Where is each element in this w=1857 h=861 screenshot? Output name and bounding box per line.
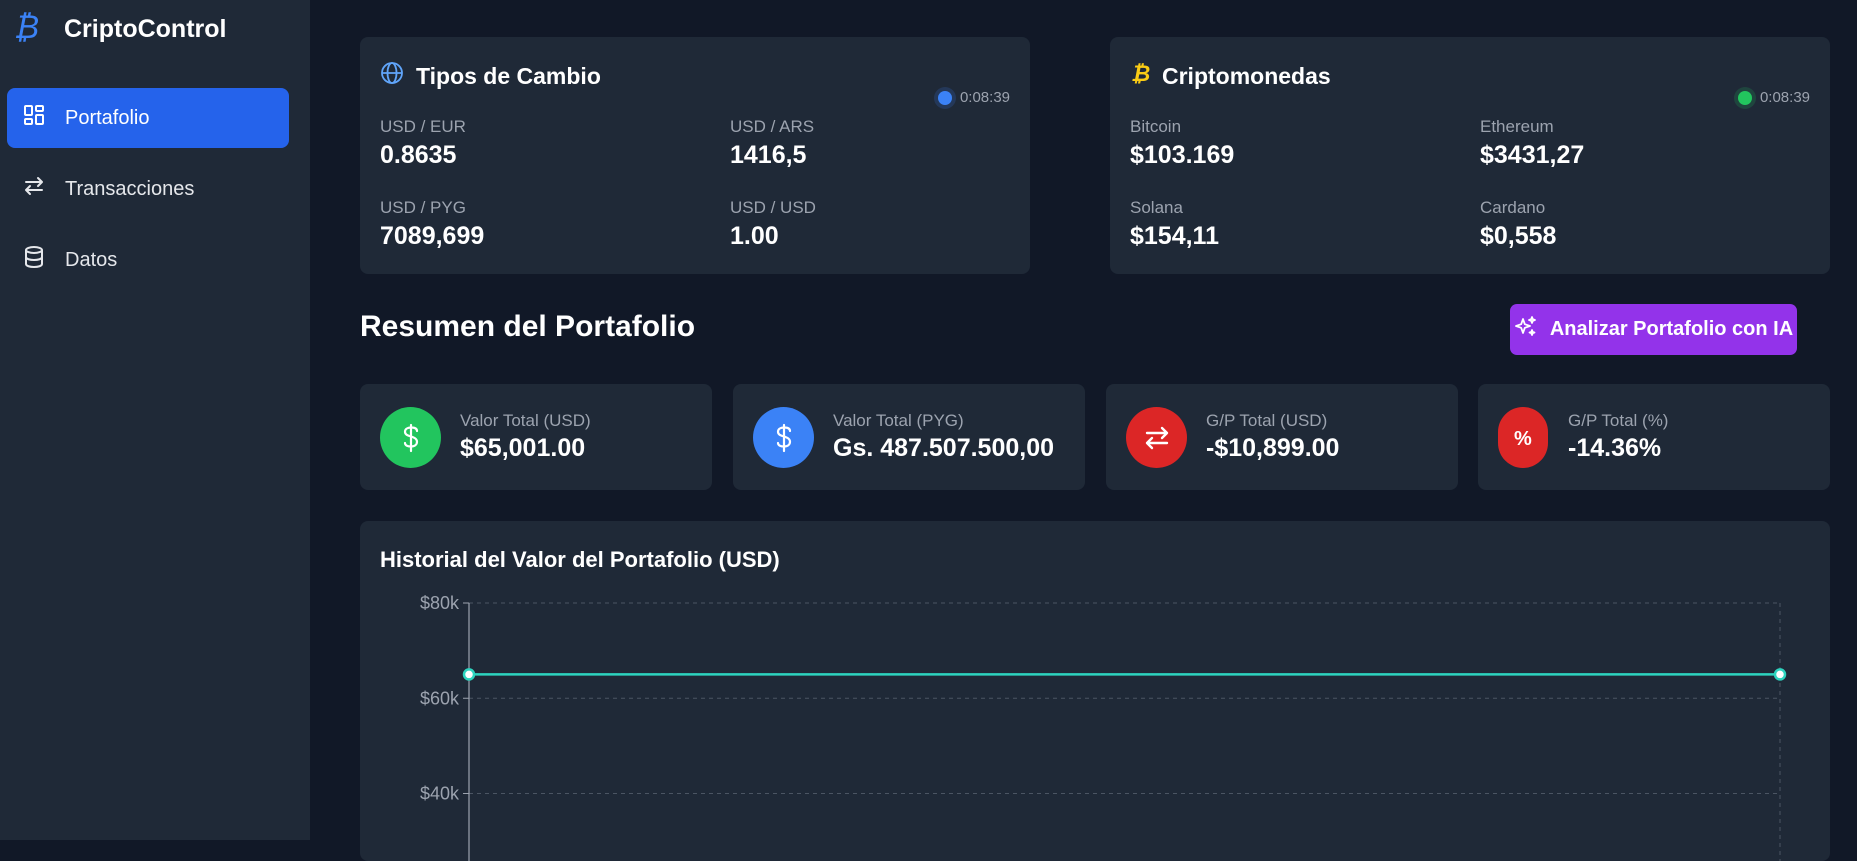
crypto-title: ₿ Criptomonedas: [1130, 61, 1331, 91]
app-title: CriptoControl: [64, 15, 227, 43]
coin-label: Ethereum: [1480, 117, 1554, 136]
data-point: [462, 668, 476, 681]
main-content: Tipos de Cambio 0:08:39 USD / EUR 0.8635…: [310, 0, 1857, 861]
rate-label: USD / PYG: [380, 198, 466, 217]
svg-text:₿: ₿: [14, 10, 39, 44]
stat-label: G/P Total (%): [1568, 411, 1669, 430]
coin-value: $3431,27: [1480, 141, 1585, 169]
coin-label: Solana: [1130, 198, 1183, 217]
sidebar-item-portafolio[interactable]: Portafolio: [7, 88, 289, 148]
stat-value: -14.36%: [1568, 434, 1662, 462]
stat-card-gp-percent: % G/P Total (%) -14.36%: [1478, 384, 1830, 490]
bitcoin-icon: ₿: [12, 8, 40, 49]
exchange-rates-card: Tipos de Cambio 0:08:39 USD / EUR 0.8635…: [360, 37, 1030, 274]
coin-value: $0,558: [1480, 222, 1557, 250]
coin-item: Solana $154,11: [1130, 198, 1219, 251]
bitcoin-icon: ₿: [1130, 61, 1150, 91]
stat-value: -$10,899.00: [1206, 434, 1340, 462]
sidebar-item-transacciones[interactable]: Transacciones: [7, 159, 289, 219]
sidebar-item-label: Portafolio: [65, 106, 150, 129]
coin-value: $154,11: [1130, 222, 1219, 250]
rate-label: USD / EUR: [380, 117, 466, 136]
y-tick-label: $60k: [420, 688, 460, 708]
svg-text:₿: ₿: [1131, 62, 1150, 85]
y-tick-label: $40k: [420, 784, 460, 804]
coin-item: Bitcoin $103.169: [1130, 117, 1234, 170]
stat-card-gp-usd: G/P Total (USD) -$10,899.00: [1106, 384, 1458, 490]
svg-text:%: %: [1514, 428, 1532, 449]
arrows-exchange-icon: [23, 175, 45, 203]
y-tick-label: $80k: [420, 593, 460, 613]
sparkles-icon: [1514, 315, 1538, 345]
rate-item: USD / ARS 1416,5: [730, 117, 814, 170]
rate-item: USD / USD 1.00: [730, 198, 816, 251]
section-title: Resumen del Portafolio: [360, 310, 696, 343]
exchange-rates-title: Tipos de Cambio: [380, 61, 601, 91]
percent-icon: %: [1498, 407, 1548, 468]
coin-label: Bitcoin: [1130, 117, 1182, 136]
rate-label: USD / USD: [730, 198, 816, 217]
status-dot: [937, 90, 952, 105]
arrows-exchange-icon: [1126, 407, 1187, 468]
rate-value: 0.8635: [380, 141, 457, 169]
timer-text: 0:08:39: [959, 89, 1010, 106]
data-point: [1773, 668, 1787, 681]
portfolio-history-card: Historial del Valor del Portafolio (USD)…: [360, 521, 1830, 861]
rate-value: 1416,5: [730, 141, 807, 169]
sidebar-item-label: Datos: [65, 248, 118, 271]
brand: ₿ CriptoControl: [12, 8, 227, 49]
crypto-card: ₿ Criptomonedas 0:08:39 Bitcoin $103.169…: [1110, 37, 1830, 274]
rate-item: USD / PYG 7089,699: [380, 198, 484, 251]
sidebar-item-datos[interactable]: Datos: [7, 230, 289, 290]
rate-value: 1.00: [730, 222, 779, 250]
analyze-ai-label: Analizar Portafolio con IA: [1549, 318, 1794, 340]
stat-value: $65,001.00: [460, 434, 586, 462]
stat-label: Valor Total (PYG): [833, 411, 964, 430]
rate-value: 7089,699: [380, 222, 485, 250]
coin-item: Cardano $0,558: [1480, 198, 1556, 251]
sidebar-item-label: Transacciones: [65, 177, 195, 200]
coin-item: Ethereum $3431,27: [1480, 117, 1584, 170]
coin-value: $103.169: [1130, 141, 1235, 169]
rate-item: USD / EUR 0.8635: [380, 117, 466, 170]
globe-icon: [380, 61, 404, 91]
stat-card-total-pyg: Valor Total (PYG) Gs. 487.507.500,00: [733, 384, 1085, 490]
dollar-icon: [380, 407, 441, 468]
stat-label: G/P Total (USD): [1206, 411, 1328, 430]
analyze-ai-button[interactable]: Analizar Portafolio con IA: [1510, 304, 1797, 355]
stat-label: Valor Total (USD): [460, 411, 591, 430]
database-icon: [23, 245, 45, 275]
coin-label: Cardano: [1480, 198, 1546, 217]
dashboard-icon: [23, 104, 45, 132]
portfolio-history-chart: $20k$40k$60k$80k: [420, 593, 1787, 861]
dollar-icon: [753, 407, 814, 468]
stat-value: Gs. 487.507.500,00: [833, 434, 1055, 462]
sidebar: ₿ CriptoControl Portafolio Transacciones: [0, 0, 310, 840]
rate-label: USD / ARS: [730, 117, 815, 136]
timer-text: 0:08:39: [1759, 89, 1810, 106]
status-dot: [1737, 90, 1752, 105]
stat-card-total-usd: Valor Total (USD) $65,001.00: [360, 384, 712, 490]
